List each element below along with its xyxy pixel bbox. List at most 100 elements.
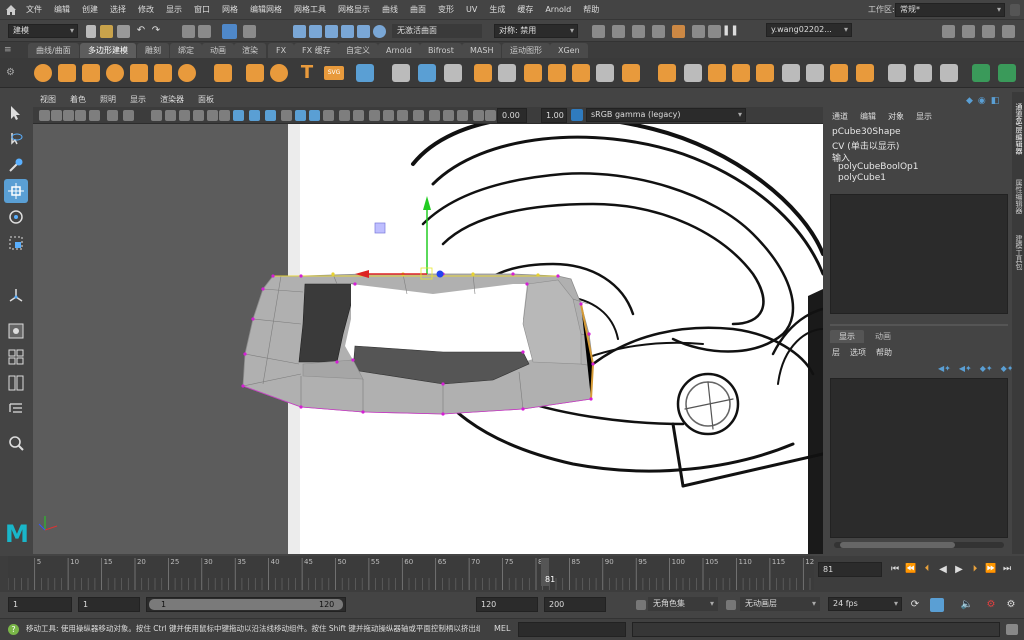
step-back-frame-icon[interactable]: ⏴: [919, 564, 935, 574]
wedge-icon[interactable]: [830, 64, 848, 82]
layer-tab-display[interactable]: 显示: [830, 330, 864, 343]
play-forward-icon[interactable]: ▶: [951, 564, 967, 575]
menu-item[interactable]: 曲线: [376, 0, 404, 20]
save-scene-icon[interactable]: [117, 25, 130, 38]
ipr-render-icon[interactable]: [632, 25, 645, 38]
layer-editor-toggle-icon[interactable]: ◧: [991, 96, 1000, 106]
menu-item[interactable]: 选择: [104, 0, 132, 20]
side-tab-modeling-toolkit[interactable]: 建模工具包: [1013, 230, 1023, 274]
go-to-start-icon[interactable]: ⏮: [887, 564, 903, 574]
combine-icon[interactable]: [392, 64, 410, 82]
panel-toolbar-icon[interactable]: [309, 110, 320, 121]
help-icon[interactable]: ?: [8, 624, 19, 635]
shelf-tab[interactable]: 多边形建模: [80, 43, 136, 58]
scale-tool-icon[interactable]: [4, 231, 28, 255]
type-tool-button[interactable]: T: [297, 62, 317, 84]
input-item-cube[interactable]: polyCube1: [838, 173, 886, 183]
menu-item[interactable]: 编辑网格: [244, 0, 288, 20]
user-account-dropdown[interactable]: y.wang02202... ▾: [766, 23, 852, 37]
symmetry-dropdown[interactable]: 对称: 禁用 ▾: [494, 24, 578, 38]
menu-item[interactable]: 文件: [20, 0, 48, 20]
undo-icon[interactable]: ↶: [134, 24, 148, 38]
layer-scroll-thumb[interactable]: [840, 542, 955, 548]
workspace-dropdown[interactable]: 常规* ▾: [895, 3, 1005, 17]
channel-box-toggle-icon[interactable]: ◆: [966, 96, 973, 106]
sound-icon[interactable]: 🔈: [960, 598, 974, 612]
menuset-dropdown[interactable]: 建模 ▾: [8, 24, 78, 38]
side-tab-attribute-editor[interactable]: 属性编辑器: [1013, 174, 1023, 218]
multi-cut-icon[interactable]: [684, 64, 702, 82]
shelf-tab[interactable]: 渲染: [234, 43, 266, 58]
layer-scrollbar[interactable]: [834, 542, 1004, 548]
menu-item[interactable]: 变形: [432, 0, 460, 20]
poly-cone-icon[interactable]: [106, 64, 124, 82]
platonic-solid-icon[interactable]: [214, 64, 232, 82]
mirror-icon[interactable]: [524, 64, 542, 82]
go-to-end-icon[interactable]: ⏭: [999, 564, 1015, 574]
anim-prefs-icon[interactable]: ⚙: [984, 598, 998, 612]
channelbox-menu-item[interactable]: 对象: [888, 111, 904, 122]
merge-icon[interactable]: [756, 64, 774, 82]
play-ipr-icon[interactable]: [708, 25, 721, 38]
move-layer-up-icon[interactable]: ◀✦: [938, 364, 951, 373]
shelf-tab[interactable]: MASH: [462, 43, 502, 58]
shelf-tab[interactable]: Bifrost: [420, 43, 462, 58]
layer-menu-item[interactable]: 选项: [850, 347, 866, 358]
panel-toolbar-icon[interactable]: [165, 110, 176, 121]
menu-item[interactable]: 网格: [216, 0, 244, 20]
tool-settings-icon[interactable]: [982, 25, 995, 38]
select-edge-icon[interactable]: [888, 64, 906, 82]
panel-menu-item[interactable]: 着色: [63, 92, 93, 107]
shelf-gear-icon[interactable]: ⚙: [6, 62, 18, 84]
polygon-mesh[interactable]: [241, 272, 595, 416]
anim-layer-dropdown[interactable]: 无动画层 ▾: [740, 597, 820, 611]
auto-key-icon[interactable]: [930, 598, 944, 612]
menu-item[interactable]: 修改: [132, 0, 160, 20]
lasso-tool-icon[interactable]: [4, 127, 28, 151]
step-forward-key-icon[interactable]: ⏩: [983, 564, 999, 574]
fps-dropdown[interactable]: 24 fps ▾: [828, 597, 902, 611]
attribute-list-area[interactable]: [830, 194, 1008, 314]
layer-menu-item[interactable]: 层: [832, 347, 840, 358]
time-slider-track[interactable]: 5101520253035404550556065707580859095100…: [7, 556, 814, 590]
home-icon[interactable]: [4, 3, 18, 17]
live-surface-field[interactable]: 无激活曲面: [392, 24, 482, 38]
sphere-icon[interactable]: [270, 64, 288, 82]
attribute-editor-toggle-icon[interactable]: ◉: [978, 96, 986, 106]
new-layer-icon[interactable]: ◆✦: [980, 364, 993, 373]
move-layer-down-icon[interactable]: ◀✦: [959, 364, 972, 373]
single-view-icon[interactable]: [4, 319, 28, 343]
select-hierarchy-icon[interactable]: [182, 25, 195, 38]
snap-curve-icon[interactable]: [309, 25, 322, 38]
select-component-icon[interactable]: [222, 24, 237, 39]
menu-item[interactable]: UV: [460, 0, 483, 20]
color-space-dropdown[interactable]: sRGB gamma (legacy) ▾: [586, 108, 746, 122]
step-forward-frame-icon[interactable]: ⏵: [967, 564, 983, 574]
current-frame-field[interactable]: 81: [818, 562, 882, 577]
poly-cylinder-icon[interactable]: [82, 64, 100, 82]
channel-box-icon[interactable]: [1002, 25, 1015, 38]
channelbox-menu-item[interactable]: 通道: [832, 111, 848, 122]
separate-icon[interactable]: [418, 64, 436, 82]
range-slider-handle[interactable]: [149, 599, 343, 610]
extract-icon[interactable]: [498, 64, 516, 82]
select-object-icon[interactable]: [198, 25, 211, 38]
mel-label[interactable]: MEL: [494, 619, 510, 639]
panel-toolbar-icon[interactable]: [443, 110, 454, 121]
menu-item[interactable]: 网格工具: [288, 0, 332, 20]
superellipse-icon[interactable]: [246, 64, 264, 82]
modeling-toolkit-icon[interactable]: [942, 25, 955, 38]
arnold-render-icon[interactable]: [692, 25, 705, 38]
shelf-tab[interactable]: XGen: [550, 43, 588, 58]
step-back-key-icon[interactable]: ⏪: [903, 564, 919, 574]
snap-point-icon[interactable]: [325, 25, 338, 38]
paint-select-tool-icon[interactable]: [4, 153, 28, 177]
circularize-icon[interactable]: [856, 64, 874, 82]
menu-item[interactable]: 创建: [76, 0, 104, 20]
panel-toolbar-icon[interactable]: [473, 110, 484, 121]
panel-toolbar-icon[interactable]: [219, 110, 230, 121]
play-backward-icon[interactable]: ◀: [935, 564, 951, 575]
poly-sphere-icon[interactable]: [34, 64, 52, 82]
menu-item[interactable]: 帮助: [577, 0, 605, 20]
panel-toolbar-icon[interactable]: [265, 110, 276, 121]
